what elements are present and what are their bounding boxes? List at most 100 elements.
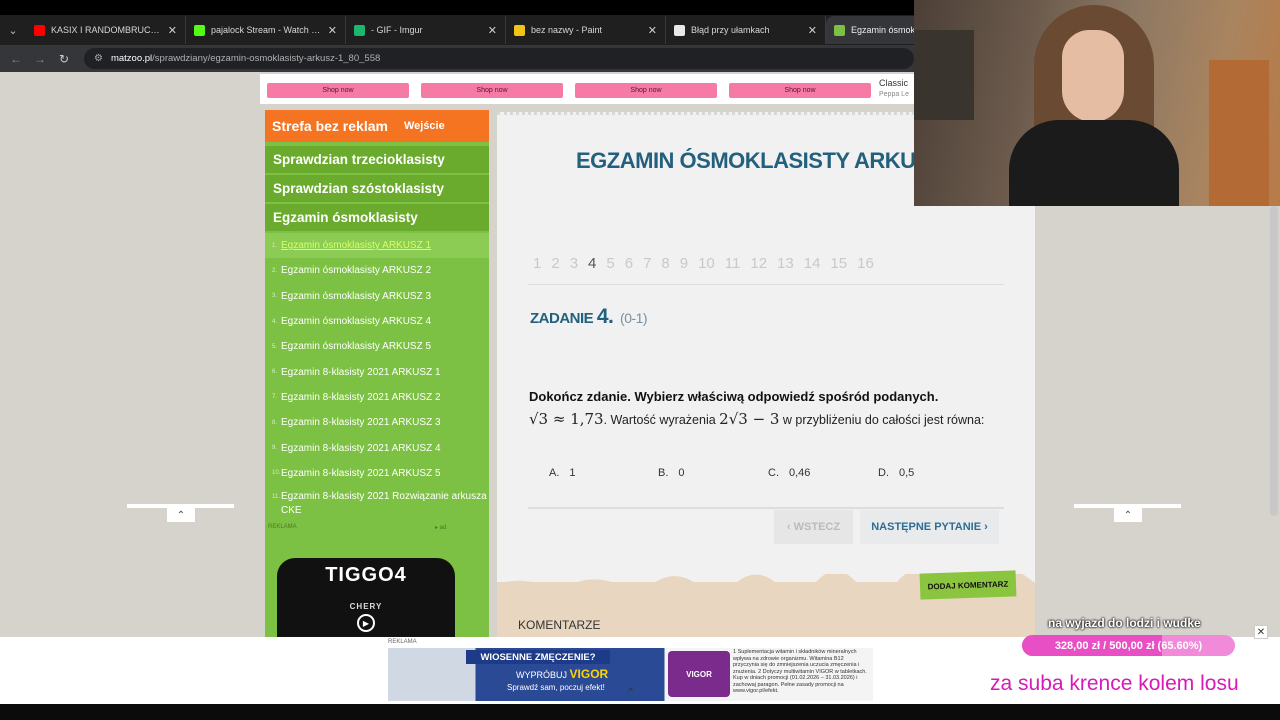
page-number-link[interactable]: 10 [698, 255, 715, 272]
sidebar-item-exam[interactable]: 10. Egzamin 8-klasisty 2021 ARKUSZ 5 [265, 461, 489, 486]
sidebar-item-exam[interactable]: 4. Egzamin ósmoklasisty ARKUSZ 4 [265, 309, 489, 334]
chevron-up-icon[interactable]: ⌃ [167, 508, 195, 522]
sidebar-item-label: Egzamin ósmoklasisty ARKUSZ 1 [281, 240, 432, 252]
browser-tab[interactable]: KASIX I RANDOMBRUCE WYJAŚ ✕ [26, 16, 186, 44]
tab-favicon-icon [354, 24, 365, 36]
shop-now-button[interactable]: Shop now [421, 83, 563, 98]
shop-now-button[interactable]: Shop now [267, 83, 409, 98]
sidebar-item-label: Egzamin ósmoklasisty ARKUSZ 2 [281, 265, 432, 277]
top-ad-banner[interactable]: Shop now Shop now Shop now Shop now Clas… [260, 74, 920, 104]
background-window [914, 30, 974, 120]
shop-now-button[interactable]: Shop now [729, 83, 871, 98]
page-number-link[interactable]: 15 [830, 255, 847, 272]
chevron-up-icon[interactable]: ⌃ [1114, 508, 1142, 522]
task-number: 4. [596, 305, 614, 328]
play-icon[interactable]: ▶ [357, 614, 375, 632]
tab-favicon-icon [514, 24, 525, 36]
sidebar-item-exam[interactable]: 3. Egzamin ósmoklasisty ARKUSZ 3 [265, 284, 489, 309]
next-question-button[interactable]: NASTĘPNE PYTANIE › [860, 510, 999, 544]
reload-icon[interactable]: ↻ [52, 52, 76, 66]
close-tab-icon[interactable]: ✕ [648, 24, 657, 37]
sidebar-item-label: Egzamin 8-klasisty 2021 ARKUSZ 3 [281, 417, 441, 429]
tab-title: Błąd przy ułamkach [691, 25, 770, 35]
browser-tab[interactable]: Błąd przy ułamkach ✕ [666, 16, 826, 44]
sidebar-item-exam[interactable]: 11. Egzamin 8-klasisty 2021 Rozwiązanie a… [265, 486, 489, 524]
goal-title: na wyjazd do lodzi i wudke [1048, 616, 1201, 630]
category-sixth-grade[interactable]: Sprawdzian szóstoklasisty [265, 175, 489, 202]
sidebar-item-number: 1. [272, 242, 278, 249]
ad-choices-icon[interactable]: ▸ ad [435, 524, 446, 531]
page-number-link[interactable]: 13 [777, 255, 794, 272]
ad-brand: TIGGO4 [325, 564, 407, 586]
site-info-icon[interactable]: ⚙ [94, 53, 103, 64]
sidebar-item-label: Egzamin 8-klasisty 2021 ARKUSZ 1 [281, 366, 441, 378]
shop-now-button[interactable]: Shop now [575, 83, 717, 98]
sidebar-item-exam[interactable]: 6. Egzamin 8-klasisty 2021 ARKUSZ 1 [265, 359, 489, 384]
close-tab-icon[interactable]: ✕ [328, 24, 337, 37]
close-tab-icon[interactable]: ✕ [168, 24, 177, 37]
page-number-link[interactable]: 1 [533, 255, 541, 272]
sidebar-item-number: 6. [272, 369, 278, 376]
page-number-link[interactable]: 11 [725, 255, 741, 272]
sidebar-item-exam[interactable]: 2. Egzamin ósmoklasisty ARKUSZ 2 [265, 258, 489, 283]
task-label: ZADANIE [530, 310, 594, 327]
ad-fine-print: 1 Suplementacja witamin i składników min… [733, 649, 867, 694]
sidebar-item-number: 8. [272, 419, 278, 426]
close-tab-icon[interactable]: ✕ [488, 24, 497, 37]
sidebar-item-number: 2. [272, 267, 278, 274]
login-link[interactable]: Wejście [404, 120, 445, 132]
add-comment-button[interactable]: DODAJ KOMENTARZ [919, 570, 1017, 600]
task-heading: ZADANIE 4. (0-1) [530, 305, 648, 329]
tab-title: KASIX I RANDOMBRUCE WYJAŚ [51, 25, 162, 35]
page-number-link[interactable]: 16 [857, 255, 874, 272]
answer-option-b[interactable]: B. 0 [658, 467, 685, 479]
sidebar-item-label: Egzamin ósmoklasisty ARKUSZ 3 [281, 290, 432, 302]
sidebar-item-exam[interactable]: 5. Egzamin ósmoklasisty ARKUSZ 5 [265, 334, 489, 359]
tab-search-icon[interactable]: ⌄ [0, 15, 26, 45]
sidebar-item-exam[interactable]: 1. Egzamin ósmoklasisty ARKUSZ 1 [265, 233, 489, 259]
back-icon[interactable]: ← [4, 52, 28, 66]
page-number-link[interactable]: 3 [570, 255, 578, 272]
answer-option-a[interactable]: A. 1 [549, 467, 576, 479]
page-number-link[interactable]: 4 [588, 255, 596, 272]
close-icon[interactable]: ✕ [1254, 625, 1268, 639]
url-path: /sprawdziany/egzamin-osmoklasisty-arkusz… [152, 53, 381, 64]
ad-free-zone-header[interactable]: Strefa bez reklam Wejście [265, 110, 489, 142]
sidebar-item-exam[interactable]: 9. Egzamin 8-klasisty 2021 ARKUSZ 4 [265, 435, 489, 460]
browser-tab[interactable]: bez nazwy - Paint ✕ [506, 16, 666, 44]
answer-option-c[interactable]: C. 0,46 [768, 467, 810, 479]
task-question: √3 ≈ 1,73. Wartość wyrażenia 2√3 − 3 w p… [529, 409, 999, 430]
close-tab-icon[interactable]: ✕ [808, 24, 817, 37]
page-number-link[interactable]: 14 [804, 255, 821, 272]
category-third-grade[interactable]: Sprawdzian trzecioklasisty [265, 146, 489, 173]
ad-label: REKLAMA [388, 639, 417, 645]
answer-option-d[interactable]: D. 0,5 [878, 467, 914, 479]
sidebar-item-exam[interactable]: 8. Egzamin 8-klasisty 2021 ARKUSZ 3 [265, 410, 489, 435]
ad-subline: Sprawdź sam, poczuj efekt! [507, 683, 605, 692]
page-number-link[interactable]: 7 [643, 255, 651, 272]
forward-icon[interactable]: → [28, 52, 52, 66]
divider [528, 284, 1004, 285]
webcam-overlay [914, 0, 1280, 206]
page-number-link[interactable]: 12 [750, 255, 767, 272]
sidebar: Strefa bez reklam Wejście Sprawdzian trz… [265, 110, 489, 704]
page-number-link[interactable]: 5 [606, 255, 614, 272]
ad-cta: WYPRÓBUJ VIGOR [516, 667, 609, 681]
page-number-link[interactable]: 9 [680, 255, 688, 272]
chevron-up-icon[interactable]: ⌃ [626, 686, 635, 699]
browser-tab[interactable]: - GIF - Imgur ✕ [346, 16, 506, 44]
sub-alert-text: za suba krence kolem losu [990, 672, 1239, 695]
url-field[interactable]: ⚙ matzoo.pl/sprawdziany/egzamin-osmoklas… [84, 48, 914, 69]
sidebar-item-exam[interactable]: 7. Egzamin 8-klasisty 2021 ARKUSZ 2 [265, 385, 489, 410]
question-pager: 1 2 3 4 5 6 7 8 9 10 11 12 13 14 15 16 [533, 255, 884, 272]
ad-maker: CHERY [349, 602, 383, 611]
page-number-link[interactable]: 8 [661, 255, 669, 272]
scrollbar[interactable] [1270, 206, 1278, 516]
page-number-link[interactable]: 6 [625, 255, 633, 272]
ad-label: REKLAMA [268, 524, 297, 530]
browser-tab[interactable]: pajalock Stream - Watch Live o ✕ [186, 16, 346, 44]
category-eighth-grade[interactable]: Egzamin ósmoklasisty [265, 204, 489, 231]
page-number-link[interactable]: 2 [551, 255, 559, 272]
back-button[interactable]: ‹ WSTECZ [774, 510, 853, 544]
tab-title: bez nazwy - Paint [531, 25, 603, 35]
